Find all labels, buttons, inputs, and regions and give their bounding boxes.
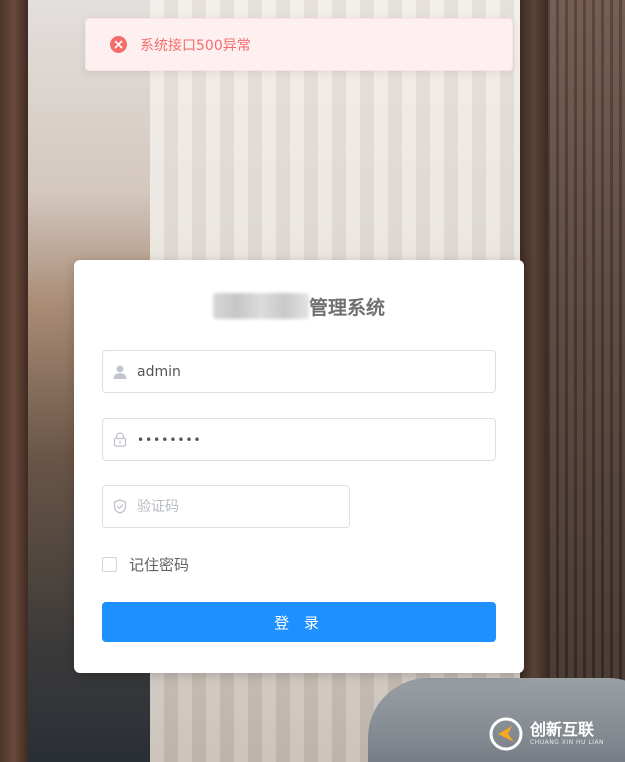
password-field[interactable]: •••••••• bbox=[102, 418, 496, 461]
shield-icon bbox=[103, 499, 137, 514]
title-text: 管理系统 bbox=[308, 296, 385, 319]
login-button[interactable]: 登 录 bbox=[102, 602, 496, 642]
watermark-logo: 创新互联 CHUANG XIN HU LIAN bbox=[488, 716, 604, 752]
lock-icon bbox=[103, 432, 137, 447]
logo-icon bbox=[489, 717, 523, 751]
remember-checkbox[interactable] bbox=[102, 556, 117, 572]
error-circle-icon bbox=[110, 36, 127, 53]
captcha-input[interactable] bbox=[137, 486, 349, 527]
user-icon bbox=[103, 364, 137, 380]
captcha-field[interactable] bbox=[102, 485, 350, 528]
watermark-sub-text: CHUANG XIN HU LIAN bbox=[530, 739, 605, 746]
redacted-title-prefix bbox=[212, 293, 309, 319]
watermark-main-text: 创新互联 bbox=[530, 720, 595, 739]
remember-password[interactable]: 记住密码 bbox=[102, 555, 190, 574]
login-card: 管理系统 •••••••• bbox=[74, 260, 524, 673]
remember-label: 记住密码 bbox=[129, 555, 190, 574]
toast-message: 系统接口500异常 bbox=[140, 37, 251, 54]
page-title: 管理系统 bbox=[74, 291, 524, 321]
password-input[interactable]: •••••••• bbox=[137, 419, 495, 460]
error-toast: 系统接口500异常 bbox=[85, 18, 513, 71]
username-field[interactable] bbox=[102, 350, 496, 393]
username-input[interactable] bbox=[137, 351, 495, 392]
